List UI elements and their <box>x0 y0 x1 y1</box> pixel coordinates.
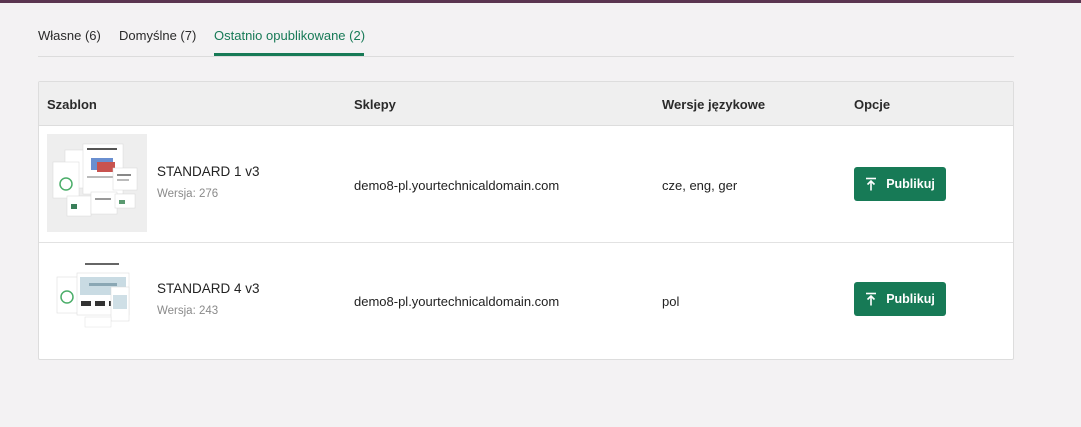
template-tabs: Własne (6) Domyślne (7) Ostatnio opublik… <box>38 18 1014 57</box>
upload-arrow-icon <box>866 177 877 191</box>
template-thumbnail <box>47 134 147 232</box>
header-template: Szablon <box>47 97 97 112</box>
publish-button[interactable]: Publikuj <box>854 282 946 316</box>
active-tab-indicator <box>214 53 364 56</box>
publish-button[interactable]: Publikuj <box>854 167 946 201</box>
publish-button-label: Publikuj <box>886 292 935 306</box>
header-languages: Wersje językowe <box>662 97 766 112</box>
template-thumbnail <box>47 251 147 349</box>
template-name: STANDARD 1 v3 <box>157 164 260 179</box>
language-versions: cze, eng, ger <box>662 178 738 193</box>
tab-recently-published[interactable]: Ostatnio opublikowane (2) <box>214 28 365 43</box>
publish-button-label: Publikuj <box>886 177 935 191</box>
language-versions: pol <box>662 294 680 309</box>
template-version: Wersja: 243 <box>157 305 219 317</box>
upload-arrow-icon <box>866 292 877 306</box>
tab-default[interactable]: Domyślne (7) <box>119 28 196 43</box>
templates-table: Szablon Sklepy Wersje językowe Opcje STA… <box>38 81 1014 360</box>
template-preview-image <box>47 134 147 232</box>
header-options: Opcje <box>854 97 891 112</box>
table-header: Szablon Sklepy Wersje językowe Opcje <box>39 82 1013 126</box>
template-preview-image <box>47 251 147 349</box>
table-row: STANDARD 4 v3 Wersja: 243 demo8-pl.yourt… <box>39 243 1013 360</box>
template-version: Wersja: 276 <box>157 188 219 200</box>
shop-domain: demo8-pl.yourtechnicaldomain.com <box>354 294 560 309</box>
template-name: STANDARD 4 v3 <box>157 281 260 296</box>
table-row: STANDARD 1 v3 Wersja: 276 demo8-pl.yourt… <box>39 126 1013 243</box>
tab-own[interactable]: Własne (6) <box>38 28 101 43</box>
shop-domain: demo8-pl.yourtechnicaldomain.com <box>354 178 560 193</box>
header-shops: Sklepy <box>354 97 396 112</box>
top-accent-strip <box>0 0 1081 3</box>
